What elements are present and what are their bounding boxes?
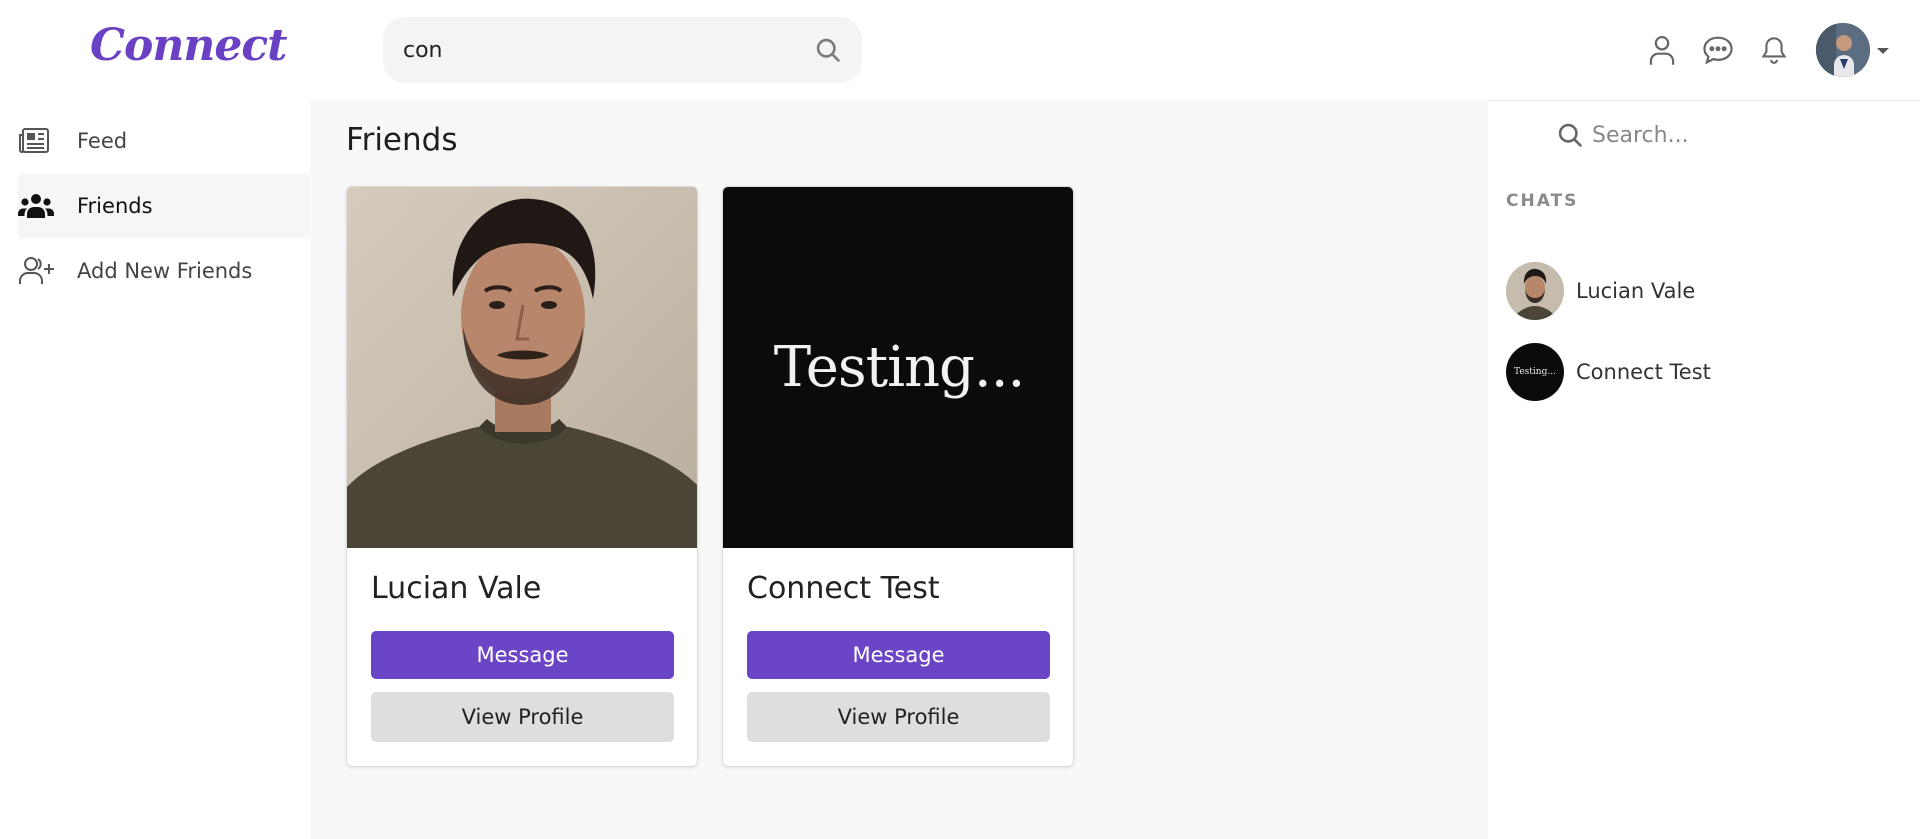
app-logo[interactable]: Connect: [90, 20, 287, 71]
message-button[interactable]: Message: [747, 631, 1050, 679]
chat-name: Lucian Vale: [1576, 279, 1696, 303]
view-profile-button[interactable]: View Profile: [371, 692, 674, 742]
chat-panel: CHATS Lucian Vale Testing... Connect Tes…: [1488, 100, 1920, 839]
view-profile-button[interactable]: View Profile: [747, 692, 1050, 742]
friend-photo: [347, 187, 697, 548]
photo-caption: Testing...: [773, 335, 1026, 400]
top-bar: Connect: [0, 0, 1920, 100]
profile-icon[interactable]: [1634, 22, 1690, 78]
user-menu[interactable]: [1816, 23, 1890, 77]
friend-name: Lucian Vale: [371, 571, 542, 606]
page-title: Friends: [346, 122, 458, 158]
message-button[interactable]: Message: [371, 631, 674, 679]
avatar: Testing...: [1506, 343, 1564, 401]
sidebar-item-friends[interactable]: Friends: [18, 174, 310, 238]
chat-item[interactable]: Lucian Vale: [1506, 261, 1906, 321]
chevron-down-icon: [1876, 41, 1890, 60]
sidebar: Feed Friends Add New Friends: [0, 100, 310, 839]
friend-name: Connect Test: [747, 571, 940, 606]
search-icon: [1556, 121, 1584, 153]
sidebar-item-add-new-friends[interactable]: Add New Friends: [18, 239, 310, 303]
sidebar-item-label: Add New Friends: [77, 259, 253, 283]
global-search: [383, 17, 862, 83]
newspaper-icon: [18, 125, 58, 157]
search-input[interactable]: [403, 29, 783, 71]
chat-name: Connect Test: [1576, 360, 1711, 384]
sidebar-item-label: Feed: [77, 129, 128, 153]
chat-bubble-icon[interactable]: [1690, 22, 1746, 78]
friend-card: Testing... Connect Test Message View Pro…: [722, 186, 1074, 767]
chat-item[interactable]: Testing... Connect Test: [1506, 342, 1906, 402]
users-icon: [18, 190, 58, 222]
sidebar-item-feed[interactable]: Feed: [18, 109, 310, 173]
friend-photo: Testing...: [723, 187, 1073, 548]
header-actions: [1634, 22, 1890, 78]
chat-search-input[interactable]: [1592, 115, 1892, 155]
bell-icon[interactable]: [1746, 22, 1802, 78]
avatar-caption: Testing...: [1514, 367, 1556, 377]
main-content: Friends Lucian Vale Message View Profile…: [310, 100, 1488, 839]
chats-heading: CHATS: [1506, 191, 1579, 211]
sidebar-item-label: Friends: [77, 194, 153, 218]
user-plus-icon: [18, 255, 58, 287]
avatar: [1506, 262, 1564, 320]
avatar: [1816, 23, 1870, 77]
search-icon[interactable]: [812, 34, 844, 66]
friend-card: Lucian Vale Message View Profile: [346, 186, 698, 767]
